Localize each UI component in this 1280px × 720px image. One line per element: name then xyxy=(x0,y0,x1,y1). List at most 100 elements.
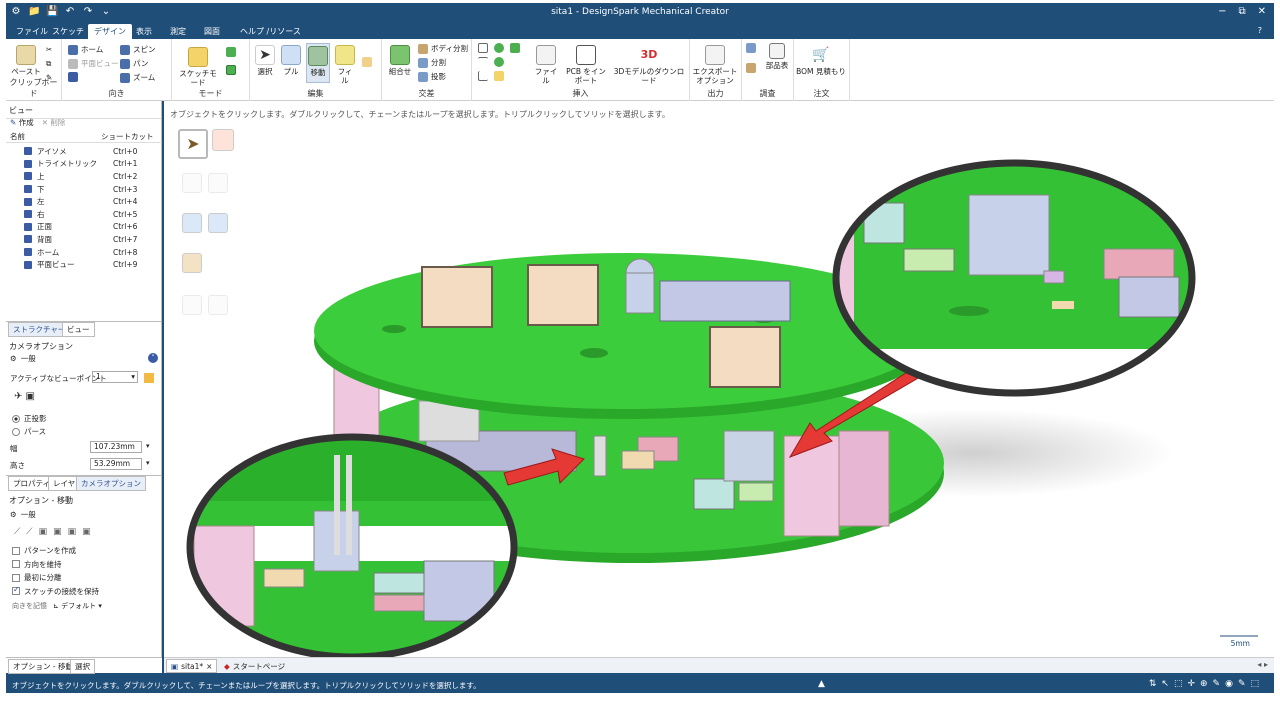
move-option-checkbox[interactable]: パターンを作成 xyxy=(12,545,76,556)
bom-quote-button[interactable]: 🛒 BOM 見積もり xyxy=(796,45,846,76)
spin-button[interactable]: スピン xyxy=(120,44,156,55)
3d-mode-button[interactable] xyxy=(226,65,236,75)
axis-icon[interactable] xyxy=(478,71,488,81)
fill-button[interactable]: フィル xyxy=(334,45,356,85)
plane-view-button[interactable]: 平面ビュー xyxy=(68,58,119,69)
check-geometry-icon[interactable] xyxy=(746,43,756,53)
project-button[interactable]: 投影 xyxy=(418,71,446,82)
view-list-item[interactable]: 平面ビュー Ctrl+9 xyxy=(6,258,162,271)
parts-list-button[interactable]: 部品表 xyxy=(764,43,790,70)
pull-button[interactable]: プル xyxy=(280,45,302,76)
camera-options-title: カメラオプション xyxy=(9,342,73,351)
delete-view-button[interactable]: ✕ 削除 xyxy=(42,117,66,128)
zoom-button[interactable]: ズーム xyxy=(120,72,155,83)
active-viewpoint-select[interactable]: 1 ▾ xyxy=(92,371,138,383)
tab-drawing[interactable]: 図面 xyxy=(198,24,226,39)
ribbon-group-orient: ホーム 平面ビュー スピン パン ズーム 向き xyxy=(62,39,172,101)
move-button[interactable]: 移動 xyxy=(306,43,330,83)
sketch-mode-button[interactable]: スケッチモード xyxy=(176,47,220,87)
measure-icon[interactable] xyxy=(746,63,756,73)
minimize-icon[interactable]: − xyxy=(1218,6,1226,17)
app-window: ⚙ 📁 💾 ↶ ↷ ⌄ sita1 - DesignSpark Mechanic… xyxy=(6,3,1274,693)
blend-button[interactable] xyxy=(362,57,372,67)
lock-icon[interactable] xyxy=(144,373,154,383)
view-list-item[interactable]: 右 Ctrl+5 xyxy=(6,208,162,221)
view-list-item[interactable]: 左 Ctrl+4 xyxy=(6,195,162,208)
view-cube-button[interactable] xyxy=(68,72,78,82)
view-list-item[interactable]: 背面 Ctrl+7 xyxy=(6,233,162,246)
line-icon[interactable] xyxy=(478,57,488,67)
close-icon[interactable]: ✕ xyxy=(1258,6,1266,17)
tab-sketch[interactable]: スケッチ xyxy=(46,24,90,39)
ortho-radio[interactable]: 正投影 xyxy=(12,413,47,424)
move-option-checkbox[interactable]: 方向を維持 xyxy=(12,559,62,570)
create-view-button[interactable]: ✎ 作成 xyxy=(10,117,34,128)
collapse-icon[interactable]: ˄ xyxy=(148,353,158,363)
tab-measure[interactable]: 測定 xyxy=(164,24,192,39)
box-icon[interactable] xyxy=(510,43,520,53)
tab-select[interactable]: 選択 xyxy=(70,659,95,674)
move-tools-icons[interactable]: ⟋⟋▣▣▣▣ xyxy=(14,527,97,537)
height-field[interactable]: 53.29mm xyxy=(90,458,142,470)
pcb-import-button[interactable]: PCB をインポート xyxy=(566,45,606,85)
view-list-item[interactable]: トライメトリック Ctrl+1 xyxy=(6,158,162,171)
move-option-checkbox[interactable]: スケッチの接続を保持 xyxy=(12,585,99,597)
status-tools-icons[interactable]: ⇅↖⬚✛⊕✎◉✎⬚ xyxy=(1149,679,1264,689)
export-options-button[interactable]: エクスポートオプション xyxy=(692,45,738,85)
move-option-label: スケッチの接続を保持 xyxy=(24,586,99,596)
fill-label: フィル xyxy=(337,67,353,85)
select-button[interactable]: ➤ 選択 xyxy=(254,45,276,76)
blend-icon xyxy=(362,57,372,67)
close-tab-icon[interactable]: × xyxy=(206,662,212,671)
view-list-item[interactable]: ホーム Ctrl+8 xyxy=(6,246,162,259)
persp-radio[interactable]: パース xyxy=(12,426,46,437)
view-list-item[interactable]: 上 Ctrl+2 xyxy=(6,170,162,183)
mode-group-label: モード xyxy=(198,89,223,98)
cylinder-icon[interactable] xyxy=(494,43,504,53)
orient-memory-select[interactable]: ⊾ デフォルト ▾ xyxy=(53,601,102,611)
home-button[interactable]: ホーム xyxy=(68,44,103,55)
combine-label: 組合せ xyxy=(388,67,412,76)
tab-design[interactable]: デザイン xyxy=(88,24,132,39)
tab-camera-options[interactable]: カメラオプション xyxy=(76,476,146,491)
camera-icon[interactable]: ✈ ▣ xyxy=(14,391,35,402)
height-dropdown-icon[interactable]: ▾ xyxy=(146,459,150,467)
view-cube-icon xyxy=(68,72,78,82)
tab-view[interactable]: 表示 xyxy=(130,24,158,39)
plane-icon[interactable] xyxy=(478,43,488,53)
restore-icon[interactable]: ⧉ xyxy=(1238,6,1245,17)
download-3d-button[interactable]: 3D 3Dモデルのダウンロード xyxy=(612,45,686,85)
help-icon[interactable]: ? xyxy=(1252,24,1268,39)
tab-scroll-icons[interactable]: ◂ ▸ xyxy=(1257,660,1268,669)
tab-help[interactable]: ヘルプ /リソース xyxy=(234,24,307,39)
cut-icon[interactable]: ✂ xyxy=(46,45,52,54)
paste-button[interactable]: ペースト xyxy=(10,45,42,76)
split-button[interactable]: 分割 xyxy=(418,57,446,68)
doc-tab-sita1[interactable]: ▣ sita1* × xyxy=(166,659,218,673)
doc-tab-start-page[interactable]: ◆ スタートページ xyxy=(220,659,289,673)
move-option-checkbox[interactable]: 最初に分離 xyxy=(12,572,62,583)
view-list-item[interactable]: 下 Ctrl+3 xyxy=(6,183,162,196)
pan-button[interactable]: パン xyxy=(120,58,148,69)
status-up-icon[interactable]: ▲ xyxy=(818,679,825,689)
shell-icon[interactable] xyxy=(494,71,504,81)
parts-list-label: 部品表 xyxy=(765,61,789,70)
home-icon xyxy=(68,44,78,55)
width-dropdown-icon[interactable]: ▾ xyxy=(146,442,150,450)
orient-memory-value: デフォルト xyxy=(61,602,97,610)
move-option-label: パターンを作成 xyxy=(24,546,77,555)
tab-view-panel[interactable]: ビュー xyxy=(62,322,95,337)
file-insert-button[interactable]: ファイル xyxy=(532,45,560,85)
3d-viewport[interactable]: オブジェクトをクリックします。ダブルクリックして、チェーンまたはループを選択しま… xyxy=(164,101,1274,657)
width-field[interactable]: 107.23mm xyxy=(90,441,142,453)
sphere-icon[interactable] xyxy=(494,57,504,67)
move-option-label: 方向を維持 xyxy=(24,559,62,569)
section-mode-button[interactable] xyxy=(226,47,236,57)
doc-tab-start-page-label: スタートページ xyxy=(232,661,286,671)
combine-button[interactable]: 組合せ xyxy=(386,45,414,76)
view-list-item[interactable]: アイソメ Ctrl+0 xyxy=(6,145,162,158)
view-list-item[interactable]: 正面 Ctrl+6 xyxy=(6,221,162,234)
split-body-button[interactable]: ボディ分割 xyxy=(418,43,468,54)
tab-options-move[interactable]: オプション - 移動 xyxy=(8,659,78,674)
copy-icon[interactable]: ⧉ xyxy=(46,59,51,69)
